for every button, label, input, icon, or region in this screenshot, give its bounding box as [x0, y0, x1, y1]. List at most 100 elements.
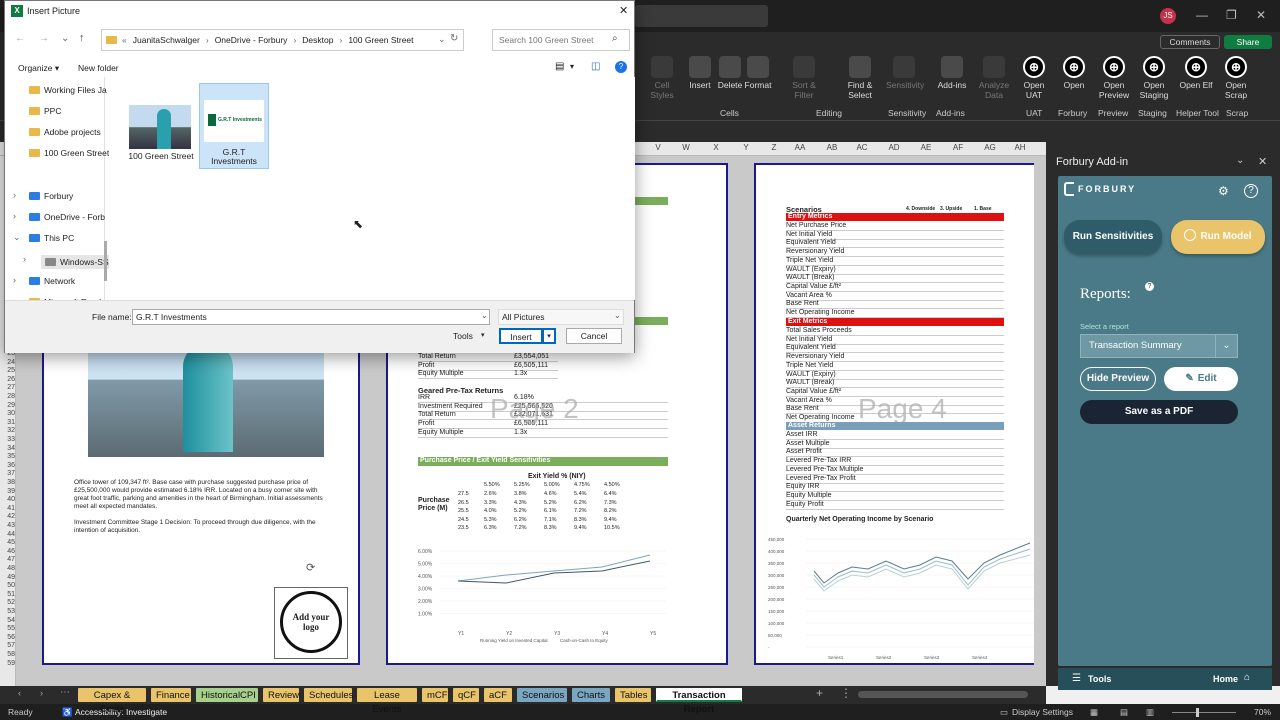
home-link[interactable]: Home — [1213, 674, 1238, 684]
dialog-help-icon[interactable]: ? — [615, 61, 627, 73]
row-header[interactable]: 32 — [1, 427, 15, 434]
new-folder-button[interactable]: New folder — [78, 63, 119, 73]
sheet-tab[interactable]: Review — [263, 688, 299, 702]
next-sheet-icon[interactable]: › — [40, 688, 43, 698]
filename-input[interactable]: G.R.T Investments — [132, 309, 490, 325]
sheet-tab[interactable]: qCF — [453, 688, 479, 702]
forbury-elf-button[interactable]: ⊕ Open Elf — [1178, 56, 1214, 90]
logo-selection-box[interactable] — [274, 587, 348, 659]
filename-dropdown-icon[interactable]: ⌄ — [481, 311, 488, 320]
row-header[interactable]: 36 — [1, 462, 15, 469]
row-header[interactable]: 58 — [1, 651, 15, 658]
row-header[interactable]: 40 — [1, 496, 15, 503]
nav-item[interactable]: PPC — [29, 106, 61, 116]
sheet-tab[interactable]: Scenarios — [517, 688, 567, 702]
breadcrumb-item[interactable]: Desktop — [302, 35, 333, 45]
sheet-options-icon[interactable]: ⋮ — [840, 686, 852, 700]
horizontal-scrollbar[interactable] — [858, 691, 1028, 698]
nav-item[interactable]: Network — [29, 276, 75, 286]
file-item-photo[interactable]: 100 Green Street — [123, 83, 199, 169]
sort-filter-button[interactable]: Sort & Filter — [786, 56, 822, 100]
find-select-button[interactable]: Find & Select — [842, 56, 878, 100]
row-header[interactable]: 31 — [1, 419, 15, 426]
sheet-tab[interactable]: mCF — [422, 688, 448, 702]
row-header[interactable]: 46 — [1, 548, 15, 555]
row-header[interactable]: 54 — [1, 617, 15, 624]
run-model-button[interactable]: Run Model — [1171, 220, 1265, 254]
save-pdf-button[interactable]: Save as a PDF — [1080, 400, 1238, 424]
breadcrumb-item[interactable]: 100 Green Street — [348, 35, 413, 45]
comments-button[interactable]: Comments — [1160, 35, 1220, 49]
report-select[interactable]: Transaction Summary ⌄ — [1080, 334, 1238, 358]
display-settings-icon[interactable]: ▭ — [1000, 707, 1008, 718]
dialog-close-icon[interactable]: ✕ — [619, 4, 628, 17]
nav-item[interactable]: Adobe projects — [29, 127, 101, 137]
page-break-icon[interactable]: ▥ — [1146, 707, 1154, 718]
up-icon[interactable]: ↑ — [79, 32, 85, 44]
row-header[interactable]: 44 — [1, 531, 15, 538]
row-header[interactable]: 51 — [1, 591, 15, 598]
sheet-tab[interactable]: Schedules — [304, 688, 353, 702]
reports-info-icon[interactable]: ? — [1145, 282, 1154, 291]
prev-sheet-icon[interactable]: ‹ — [18, 688, 21, 698]
expand-chevron-icon[interactable]: › — [13, 275, 16, 285]
breadcrumb-item[interactable]: OneDrive - Forbury — [215, 35, 288, 45]
panel-close-icon[interactable]: ✕ — [1258, 155, 1267, 168]
insert-button[interactable]: Insert — [499, 328, 543, 344]
row-header[interactable]: 24 — [1, 359, 15, 366]
forbury-staging-button[interactable]: ⊕ Open Staging — [1136, 56, 1172, 100]
dialog-search-icon[interactable]: ⌕ — [612, 33, 618, 44]
row-header[interactable]: 41 — [1, 505, 15, 512]
row-header[interactable]: 39 — [1, 488, 15, 495]
file-item-logo[interactable]: G.R.T Investments G.R.T Investments — [199, 83, 269, 169]
row-header[interactable]: 33 — [1, 436, 15, 443]
run-sensitivities-button[interactable]: Run Sensitivities — [1064, 220, 1162, 254]
row-header[interactable]: 38 — [1, 479, 15, 486]
column-header[interactable]: AD — [884, 143, 904, 152]
row-header[interactable]: 29 — [1, 402, 15, 409]
minimize-icon[interactable]: — — [1196, 8, 1208, 22]
expand-chevron-icon[interactable]: › — [23, 254, 26, 264]
column-header[interactable]: AA — [790, 143, 810, 152]
nav-item[interactable]: 100 Green Street — [29, 148, 109, 158]
forbury-scrap-button[interactable]: ⊕ Open Scrap — [1218, 56, 1254, 100]
column-header[interactable]: AF — [948, 143, 968, 152]
sheet-tab[interactable]: Finance — [151, 688, 191, 702]
address-dropdown-icon[interactable]: ⌄ — [438, 34, 446, 45]
breadcrumb-item[interactable]: JuanitaSchwalger — [133, 35, 200, 45]
row-header[interactable]: 34 — [1, 445, 15, 452]
row-header[interactable]: 28 — [1, 393, 15, 400]
row-header[interactable]: 42 — [1, 513, 15, 520]
row-header[interactable]: 55 — [1, 625, 15, 632]
sheet-tab[interactable]: Charts — [572, 688, 610, 702]
sheet-tab[interactable]: Transaction Report — [656, 688, 742, 715]
edit-button[interactable]: ✎ Edit — [1164, 367, 1238, 391]
row-header[interactable]: 49 — [1, 574, 15, 581]
home-icon[interactable]: ⌂ — [1244, 672, 1250, 683]
cell-styles-button[interactable]: Cell Styles — [644, 56, 680, 100]
format-button[interactable]: Format — [740, 56, 776, 90]
row-header[interactable]: 48 — [1, 565, 15, 572]
cancel-button[interactable]: Cancel — [566, 328, 622, 344]
column-header[interactable]: AB — [822, 143, 842, 152]
hide-preview-button[interactable]: Hide Preview — [1080, 367, 1156, 391]
row-header[interactable]: 59 — [1, 660, 15, 667]
display-settings[interactable]: Display Settings — [1012, 707, 1073, 717]
row-header[interactable]: 27 — [1, 384, 15, 391]
page-layout-icon[interactable]: ▤ — [1120, 707, 1128, 718]
column-header[interactable]: W — [676, 143, 696, 152]
row-header[interactable]: 30 — [1, 410, 15, 417]
settings-icon[interactable]: ⚙ — [1218, 184, 1229, 198]
view-dropdown-icon[interactable]: ▾ — [570, 62, 574, 71]
expand-chevron-icon[interactable]: › — [13, 211, 16, 221]
zoom-level[interactable]: 70% — [1254, 707, 1271, 717]
normal-view-icon[interactable]: ▦ — [1090, 707, 1098, 718]
zoom-slider-thumb[interactable] — [1196, 708, 1199, 717]
refresh-icon[interactable]: ↻ — [450, 33, 458, 44]
sheet-tab[interactable]: Lease Events — [357, 688, 417, 715]
file-type-select[interactable]: All Pictures — [498, 309, 624, 325]
forbury-preview-button[interactable]: ⊕ Open Preview — [1096, 56, 1132, 100]
maximize-icon[interactable]: ❐ — [1226, 8, 1237, 22]
column-header[interactable]: AC — [852, 143, 872, 152]
column-header[interactable]: V — [648, 143, 668, 152]
